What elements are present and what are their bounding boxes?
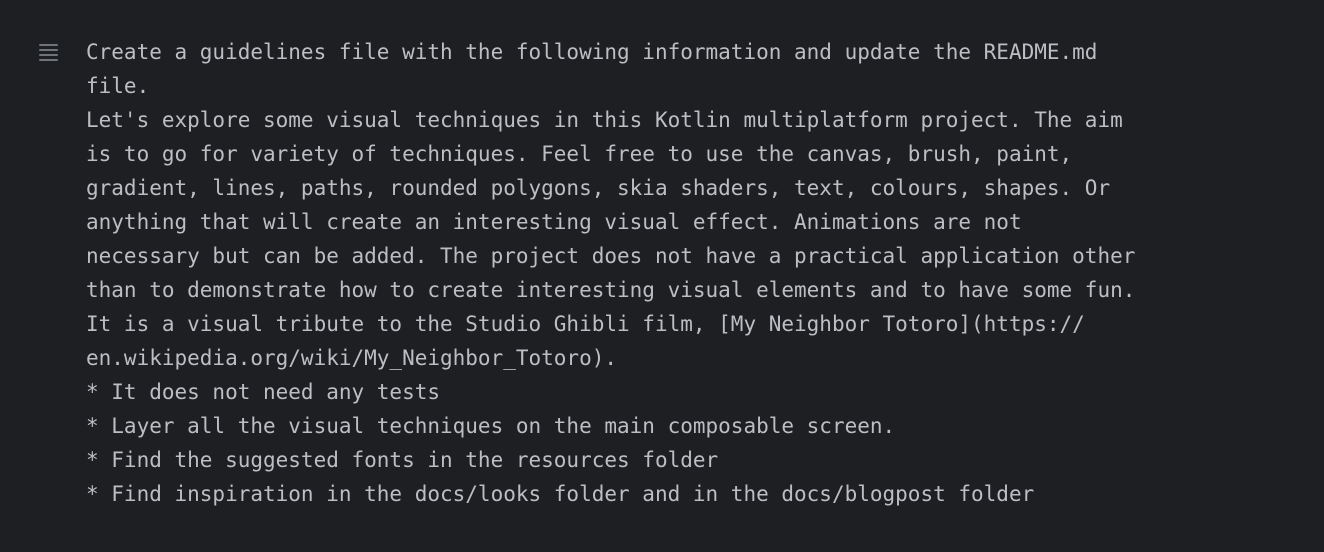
drag-handle-line xyxy=(39,54,58,56)
prompt-line: Create a guidelines file with the follow… xyxy=(86,40,1098,64)
prompt-line: than to demonstrate how to create intere… xyxy=(86,278,1136,302)
drag-handle-line xyxy=(39,44,58,46)
prompt-bullet: * Layer all the visual techniques on the… xyxy=(86,414,896,438)
prompt-line: is to go for variety of techniques. Feel… xyxy=(86,142,1073,166)
prompt-line: file. xyxy=(86,74,150,98)
prompt-bullet: * Find the suggested fonts in the resour… xyxy=(86,448,719,472)
drag-handle-line xyxy=(39,49,58,51)
prompt-line: necessary but can be added. The project … xyxy=(86,244,1136,268)
prompt-text: Create a guidelines file with the follow… xyxy=(86,35,1301,511)
prompt-bullet: * It does not need any tests xyxy=(86,380,441,404)
drag-handle-icon[interactable] xyxy=(39,43,59,61)
chat-message-panel: Create a guidelines file with the follow… xyxy=(0,0,1324,552)
prompt-line: anything that will create an interesting… xyxy=(86,210,1022,234)
prompt-line: Let's explore some visual techniques in … xyxy=(86,108,1123,132)
prompt-line: en.wikipedia.org/wiki/My_Neighbor_Totoro… xyxy=(86,346,618,370)
drag-handle-line xyxy=(39,59,58,61)
prompt-bullet: * Find inspiration in the docs/looks fol… xyxy=(86,482,1035,506)
prompt-line: gradient, lines, paths, rounded polygons… xyxy=(86,176,1111,200)
prompt-line: It is a visual tribute to the Studio Ghi… xyxy=(86,312,1085,336)
